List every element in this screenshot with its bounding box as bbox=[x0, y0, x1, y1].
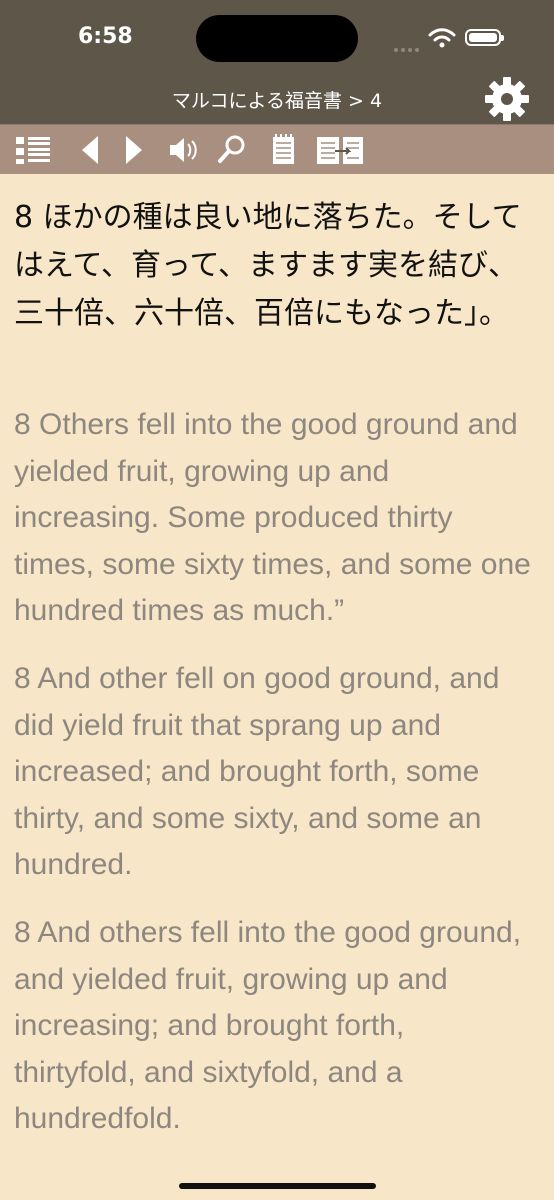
next-button[interactable] bbox=[116, 133, 154, 167]
chapter-title[interactable]: マルコによる福音書 > 4 bbox=[0, 86, 554, 113]
app-header: 6:58 マルコによる福音書 > 4 bbox=[0, 0, 554, 124]
cellular-signal-icon bbox=[394, 37, 422, 56]
speaker-icon bbox=[170, 138, 197, 162]
verse-text: And others fell into the good ground, an… bbox=[14, 916, 522, 1135]
home-indicator[interactable] bbox=[179, 1183, 376, 1189]
compare-icon bbox=[317, 137, 363, 164]
dynamic-island bbox=[196, 15, 358, 62]
verse-text: Others fell into the good ground and yie… bbox=[14, 408, 531, 627]
status-time: 6:58 bbox=[78, 24, 133, 49]
verse-number: 8 bbox=[14, 408, 31, 441]
previous-icon bbox=[82, 136, 98, 164]
audio-button[interactable] bbox=[164, 133, 202, 167]
list-icon bbox=[16, 137, 50, 164]
chapter-list-button[interactable] bbox=[14, 133, 52, 167]
verse-number: 8 bbox=[14, 662, 31, 695]
next-icon bbox=[126, 136, 142, 164]
compare-button[interactable] bbox=[314, 133, 366, 167]
previous-button[interactable] bbox=[70, 133, 108, 167]
verse-text: ほかの種は良い地に落ちた。そしてはえて、育って、ますます実を結び、三十倍、六十倍… bbox=[14, 200, 522, 331]
verse-translation-2[interactable]: 8 And other fell on good ground, and did… bbox=[14, 656, 534, 889]
verse-translation-3[interactable]: 8 And others fell into the good ground, … bbox=[14, 910, 534, 1143]
verse-japanese[interactable]: 8 ほかの種は良い地に落ちた。そしてはえて、育って、ますます実を結び、三十倍、六… bbox=[14, 194, 534, 338]
search-icon bbox=[218, 135, 245, 163]
verse-content: 8 ほかの種は良い地に落ちた。そしてはえて、育って、ますます実を結び、三十倍、六… bbox=[0, 174, 554, 1200]
verse-number: 8 bbox=[14, 200, 34, 235]
verse-translation-1[interactable]: 8 Others fell into the good ground and y… bbox=[14, 402, 534, 635]
battery-icon bbox=[465, 29, 504, 46]
verse-number: 8 bbox=[14, 916, 31, 949]
wifi-icon bbox=[428, 28, 456, 48]
notes-button[interactable] bbox=[264, 133, 302, 167]
gear-icon[interactable] bbox=[484, 76, 530, 122]
search-button[interactable] bbox=[214, 133, 252, 167]
notes-icon bbox=[273, 134, 294, 164]
verse-text: And other fell on good ground, and did y… bbox=[14, 662, 500, 881]
reader-toolbar bbox=[0, 124, 554, 174]
